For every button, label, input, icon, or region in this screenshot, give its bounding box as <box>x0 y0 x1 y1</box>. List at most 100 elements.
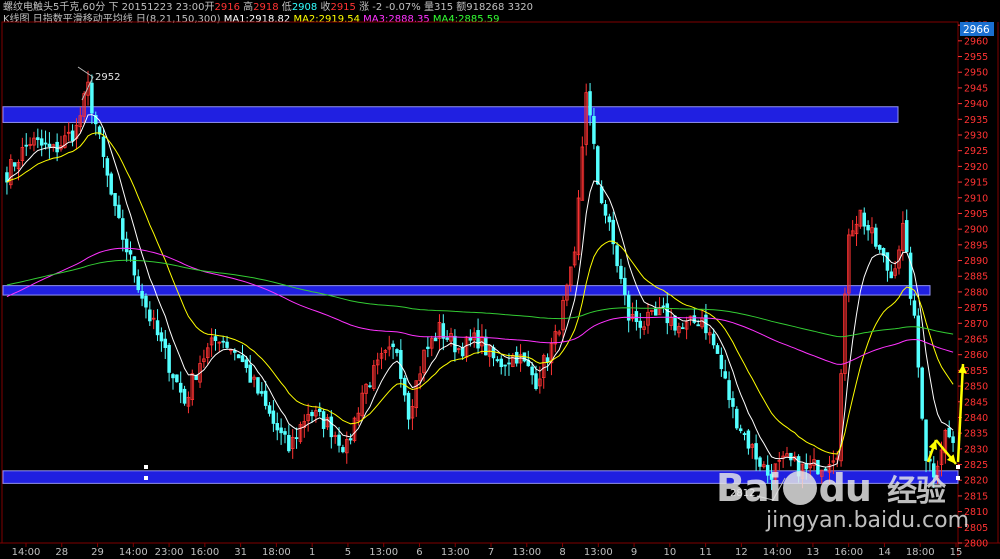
candle[interactable] <box>275 423 280 431</box>
candle[interactable] <box>445 337 449 340</box>
candle[interactable] <box>924 419 928 461</box>
candle[interactable] <box>175 374 179 383</box>
candle[interactable] <box>279 427 283 434</box>
candle[interactable] <box>47 143 52 147</box>
support-band[interactable] <box>2 106 899 123</box>
candle[interactable] <box>348 438 353 441</box>
candle[interactable] <box>55 141 59 153</box>
candle[interactable] <box>144 295 148 308</box>
candle[interactable] <box>24 144 28 147</box>
candle[interactable] <box>742 433 747 435</box>
candle[interactable] <box>182 388 187 404</box>
candle[interactable] <box>221 340 225 343</box>
candle[interactable] <box>117 204 121 218</box>
candle[interactable] <box>912 300 917 316</box>
candle[interactable] <box>491 347 496 359</box>
candle[interactable] <box>329 416 334 438</box>
candle[interactable] <box>719 354 724 370</box>
candle[interactable] <box>159 332 164 342</box>
candle[interactable] <box>368 385 372 388</box>
candle[interactable] <box>503 364 507 367</box>
candle[interactable] <box>70 130 75 142</box>
candle[interactable] <box>391 343 395 348</box>
candle[interactable] <box>920 367 924 419</box>
candle[interactable] <box>287 434 291 452</box>
candle[interactable] <box>634 311 639 323</box>
candle[interactable] <box>43 142 48 145</box>
candle[interactable] <box>213 336 218 341</box>
candle[interactable] <box>889 271 894 279</box>
candle[interactable] <box>723 371 727 379</box>
candle[interactable] <box>596 146 600 185</box>
candle[interactable] <box>113 193 117 207</box>
candle[interactable] <box>603 204 608 216</box>
candle[interactable] <box>317 408 322 413</box>
candle[interactable] <box>789 452 793 461</box>
candle[interactable] <box>426 346 430 350</box>
candle[interactable] <box>738 428 743 432</box>
candle[interactable] <box>874 227 878 247</box>
candle[interactable] <box>105 158 110 176</box>
candle[interactable] <box>248 364 252 383</box>
candle[interactable] <box>495 359 500 362</box>
candle[interactable] <box>402 377 407 396</box>
candle[interactable] <box>12 162 17 167</box>
candle[interactable] <box>140 291 144 299</box>
candle[interactable] <box>256 377 260 394</box>
candle[interactable] <box>588 91 592 116</box>
candle[interactable] <box>514 351 519 364</box>
candle[interactable] <box>715 345 720 354</box>
candle[interactable] <box>225 341 229 348</box>
candle[interactable] <box>611 219 615 245</box>
candle[interactable] <box>665 303 670 324</box>
candle[interactable] <box>916 315 921 368</box>
candle[interactable] <box>271 410 276 424</box>
candle[interactable] <box>615 245 619 267</box>
candle[interactable] <box>599 186 604 204</box>
candle[interactable] <box>39 138 44 146</box>
candle[interactable] <box>727 380 731 401</box>
band-handle[interactable] <box>144 476 148 480</box>
candle[interactable] <box>484 336 488 356</box>
candle[interactable] <box>236 354 241 359</box>
candle[interactable] <box>653 308 658 316</box>
candle[interactable] <box>441 323 446 339</box>
candle[interactable] <box>267 405 272 414</box>
candle[interactable] <box>885 252 890 271</box>
candle[interactable] <box>395 349 399 354</box>
candle[interactable] <box>904 220 909 252</box>
candle[interactable] <box>711 333 716 346</box>
candle[interactable] <box>530 366 534 376</box>
candle[interactable] <box>433 337 438 342</box>
candle[interactable] <box>167 344 171 373</box>
candle[interactable] <box>310 412 314 417</box>
candle[interactable] <box>337 434 341 446</box>
candle[interactable] <box>136 276 140 291</box>
candle[interactable] <box>341 447 345 453</box>
candle[interactable] <box>623 277 627 295</box>
candle[interactable] <box>155 320 160 336</box>
candle[interactable] <box>947 427 951 438</box>
candle[interactable] <box>638 320 643 328</box>
candle[interactable] <box>124 238 129 253</box>
candle[interactable] <box>534 373 538 389</box>
candle[interactable] <box>36 137 40 141</box>
candle[interactable] <box>263 390 268 406</box>
candle[interactable] <box>619 265 623 280</box>
candle[interactable] <box>132 256 137 276</box>
candle[interactable] <box>507 362 511 365</box>
candle[interactable] <box>680 327 685 330</box>
candle[interactable] <box>877 245 882 250</box>
candle[interactable] <box>661 305 666 308</box>
candle[interactable] <box>746 430 751 449</box>
candle[interactable] <box>754 443 758 460</box>
candle[interactable] <box>951 436 955 443</box>
candle[interactable] <box>109 173 113 195</box>
candle[interactable] <box>178 382 183 393</box>
candle[interactable] <box>499 358 503 368</box>
candle[interactable] <box>406 392 411 420</box>
candle[interactable] <box>735 408 739 429</box>
candle[interactable] <box>696 324 700 327</box>
candle[interactable] <box>607 216 612 223</box>
candle[interactable] <box>101 136 106 157</box>
